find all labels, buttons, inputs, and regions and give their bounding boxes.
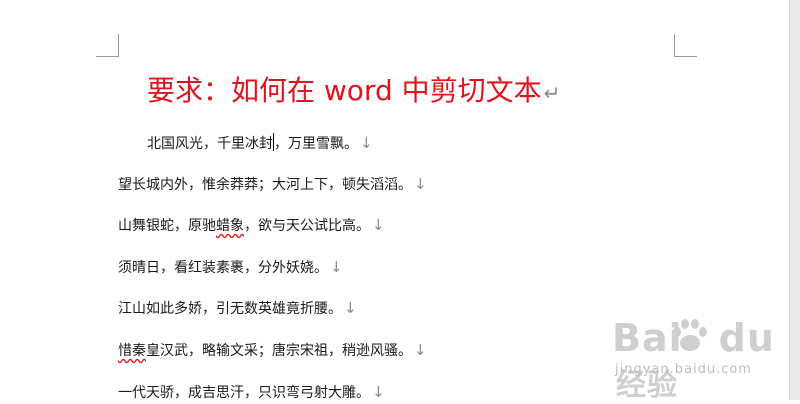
line-text: 一代天骄，成吉思汗，只识弯弓射大雕。 [118, 385, 370, 401]
line-break-mark-icon: ↓ [360, 134, 373, 152]
document-title-text: 要求：如何在 word 中剪切文本 [147, 74, 542, 107]
poem-line-2[interactable]: 望长城内外，惟余莽莽；大河上下，顿失滔滔。 ↓ [118, 174, 427, 195]
document-page[interactable]: 要求：如何在 word 中剪切文本 ↵ 北国风光，千里冰封，万里雪飘。 ↓ 望长城内… [0, 0, 800, 403]
line-break-mark-icon: ↓ [344, 299, 357, 317]
spellcheck-flagged-word[interactable]: 惜秦 [118, 343, 146, 359]
line-text: 望长城内外，惟余莽莽；大河上下，顿失滔滔。 [118, 177, 412, 193]
line-break-mark-icon: ↓ [372, 383, 385, 401]
line-text: ，欲与天公试比高。 [244, 218, 370, 234]
vertical-scrollbar[interactable] [789, 0, 800, 400]
line-text: 皇汉武，略输文采；唐宗宋祖，稍逊风骚。 [146, 343, 412, 359]
poem-line-5[interactable]: 江山如此多娇，引无数英雄竟折腰。 ↓ [118, 298, 357, 319]
crop-mark-top-right [674, 34, 697, 57]
line-text-before-cursor: 北国风光，千里冰封 [147, 136, 273, 152]
baidu-jingyan-watermark: Bai du经验 jingyan.baidu.com [612, 312, 792, 403]
line-text: 江山如此多娇，引无数英雄竟折腰。 [118, 301, 342, 317]
watermark-url: jingyan.baidu.com [615, 362, 752, 377]
spellcheck-flagged-word[interactable]: 蜡象 [216, 218, 244, 234]
crop-mark-top-left [96, 34, 119, 57]
poem-line-1[interactable]: 北国风光，千里冰封，万里雪飘。 ↓ [147, 133, 373, 154]
line-break-mark-icon: ↓ [414, 341, 427, 359]
poem-line-6[interactable]: 惜秦皇汉武，略输文采；唐宗宋祖，稍逊风骚。 ↓ [118, 340, 427, 361]
poem-line-4[interactable]: 须晴日，看红装素裹，分外妖娆。 ↓ [118, 257, 343, 278]
poem-line-3[interactable]: 山舞银蛇，原驰蜡象，欲与天公试比高。 ↓ [118, 215, 385, 236]
line-text-after-cursor: ，万里雪飘。 [274, 136, 358, 152]
paw-icon [673, 319, 707, 351]
line-break-mark-icon: ↓ [330, 258, 343, 276]
paragraph-mark-icon: ↵ [543, 81, 561, 105]
document-title[interactable]: 要求：如何在 word 中剪切文本 ↵ [147, 73, 560, 111]
line-text: 山舞银蛇，原驰 [118, 218, 216, 234]
line-text: 须晴日，看红装素裹，分外妖娆。 [118, 260, 328, 276]
line-break-mark-icon: ↓ [372, 216, 385, 234]
line-break-mark-icon: ↓ [414, 175, 427, 193]
